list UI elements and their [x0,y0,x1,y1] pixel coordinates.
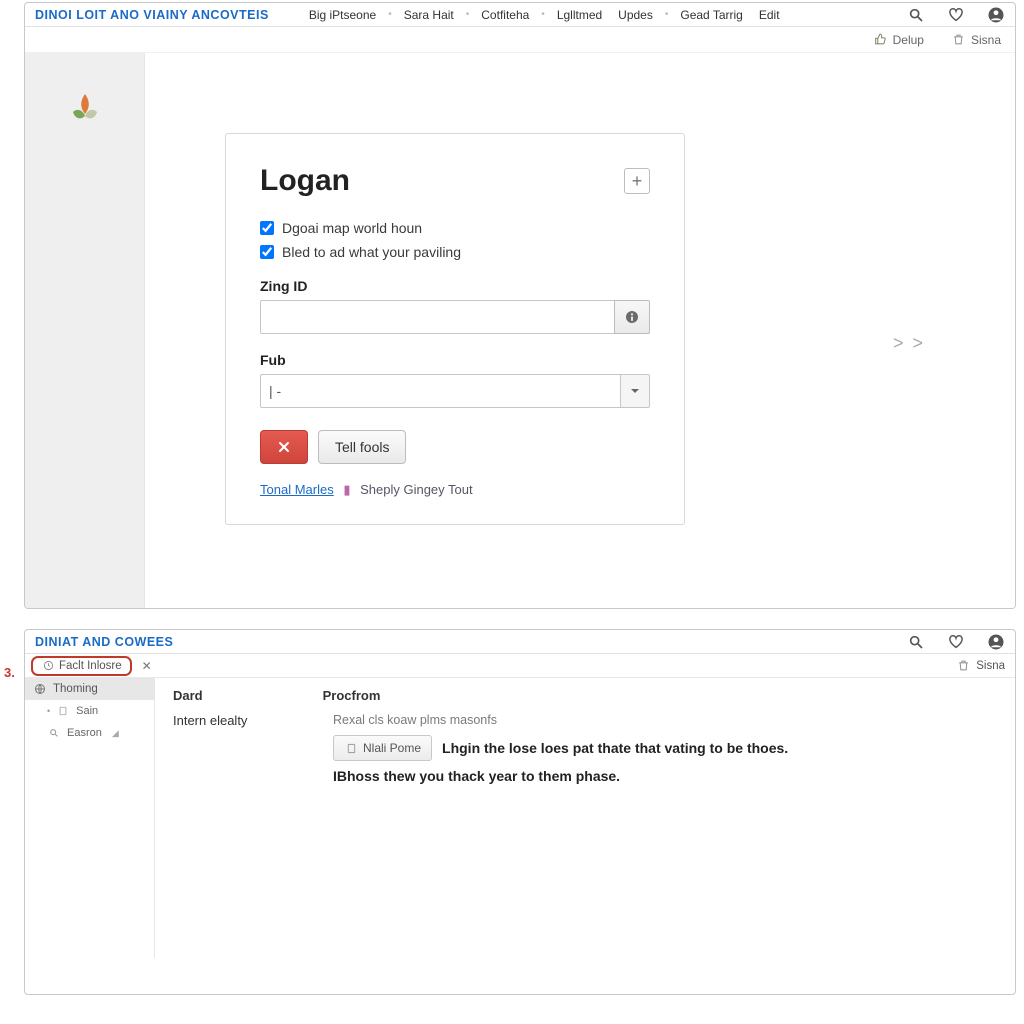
checkbox-2-label: Bled to ad what your paviling [282,244,461,260]
add-button[interactable]: + [624,168,650,194]
col-header-1: Dard [173,688,203,703]
sub-toolbar: Delup Sisna [25,27,1015,53]
nav-item-0[interactable]: Big iPtseone [309,8,376,22]
doc-small-icon [344,741,358,755]
globe-icon [33,682,47,696]
fub-row: | - [260,374,650,408]
secondary-button[interactable]: Tell fools [318,430,406,464]
next-chevrons[interactable]: > > [893,333,925,354]
row-value: Rexal cls koaw plms masonfs Nlali Pome L… [333,713,997,787]
sub-item-left[interactable]: Delup [874,33,924,47]
cancel-button[interactable] [260,430,308,464]
side2-item-2[interactable]: • Sain [25,700,154,722]
tab-bar: Faclt Inlosre ✕ Sisna [25,654,1015,678]
body-text-1: Lhgin the lose loes pat thate that vatin… [442,737,788,759]
button-row: Tell fools [260,430,650,464]
window2-body: Thoming • Sain Easron ◢ [25,678,1015,958]
window-secondary: DINIAT AND COWEES Faclt Inlosre [24,629,1016,995]
tab-close-icon[interactable]: ✕ [142,659,152,673]
tab-label: Faclt Inlosre [59,660,122,672]
nav-sep: • [665,9,669,20]
user-circle-icon[interactable] [987,6,1005,24]
nav-item-3[interactable]: Lglltmed [557,8,602,22]
heart-icon[interactable] [947,633,965,651]
zing-id-row [260,300,650,334]
footer-links: Tonal Marles ▮ Sheply Gingey Tout [260,482,650,498]
trash-icon [952,33,966,47]
side2-label-1: Thoming [53,683,98,695]
body-text-2: IBhoss thew you thack year to them phase… [333,765,997,787]
brand-title: DINOI LOIT ANO VIAINY ANCOVTEIS [35,8,269,22]
sub-left-label: Delup [893,33,924,47]
inline-button[interactable]: Nlali Pome [333,735,432,761]
window1-body: Logan + Dgoai map world houn Bled to ad … [25,53,1015,608]
col-header-2: Procfrom [323,688,381,703]
zing-id-input[interactable] [260,300,614,334]
checkbox-2[interactable] [260,245,274,259]
sub2-right[interactable]: Sisna [956,659,1015,673]
fub-caret[interactable] [620,374,650,408]
nav-sep: • [541,9,545,20]
nav-right-icons [907,6,1005,24]
app-logo-icon [58,83,112,137]
checkbox-1[interactable] [260,221,274,235]
doc-icon [56,704,70,718]
side2-label-2: Sain [76,705,98,717]
user-circle-icon[interactable] [987,633,1005,651]
checkbox-row-2[interactable]: Bled to ad what your paviling [260,244,650,260]
nav-item-5[interactable]: Gead Tarrig [680,8,742,22]
data-row: Intern elealty Rexal cls koaw plms mason… [173,713,997,787]
nav-item-2[interactable]: Cotfiteha [481,8,529,22]
row-subtle: Rexal cls koaw plms masonfs [333,713,997,727]
inline-btn-label: Nlali Pome [363,741,421,755]
search-icon[interactable] [907,6,925,24]
sub-right-label: Sisna [971,33,1001,47]
main-content: Logan + Dgoai map world houn Bled to ad … [145,53,1015,608]
search-small-icon [47,726,61,740]
card-title: Logan [260,164,350,198]
checkbox-1-label: Dgoai map world houn [282,220,422,236]
bullet-icon: • [47,706,50,716]
card-header: Logan + [260,164,650,198]
thumbs-up-icon [874,33,888,47]
footer-link-2[interactable]: Sheply Gingey Tout [360,482,473,497]
nav-sep: • [388,9,392,20]
active-tab[interactable]: Faclt Inlosre [31,656,132,676]
nav-sep: • [466,9,470,20]
zing-id-label: Zing ID [260,278,650,294]
sub2-right-label: Sisna [976,660,1005,672]
sidebar-2: Thoming • Sain Easron ◢ [25,678,155,958]
trash-icon [956,659,970,673]
nav-item-1[interactable]: Sara Hait [404,8,454,22]
nav-items: Big iPtseone • Sara Hait • Cotfiteha • Lgll… [309,8,780,22]
nav-item-6[interactable]: Edit [759,8,780,22]
side2-label-3: Easron [67,727,102,739]
fub-select[interactable]: | - [260,374,620,408]
side2-item-3[interactable]: Easron ◢ [25,722,154,744]
sub-item-right[interactable]: Sisna [952,33,1001,47]
annotation-number: 3. [4,665,15,680]
brand-2: DINIAT AND COWEES [35,635,173,649]
left-sidebar [25,53,145,608]
top-navbar: DINOI LOIT ANO VIAINY ANCOVTEIS Big iPts… [25,3,1015,27]
content-2: Dard Procfrom Intern elealty Rexal cls k… [155,678,1015,958]
column-headers: Dard Procfrom [173,688,997,703]
clock-icon [41,659,55,673]
nav2-right-icons [907,633,1005,651]
navbar-2: DINIAT AND COWEES [25,630,1015,654]
zing-id-info-button[interactable] [614,300,650,334]
row-label: Intern elealty [173,713,333,728]
window-primary: DINOI LOIT ANO VIAINY ANCOVTEIS Big iPts… [24,2,1016,609]
footer-link-1[interactable]: Tonal Marles [260,482,334,497]
checkbox-row-1[interactable]: Dgoai map world houn [260,220,650,236]
side2-item-1[interactable]: Thoming [25,678,154,700]
link-sep-icon: ▮ [343,482,350,497]
fub-label: Fub [260,352,650,368]
nav-item-4[interactable]: Updes [618,8,653,22]
search-icon[interactable] [907,633,925,651]
heart-icon[interactable] [947,6,965,24]
login-card: Logan + Dgoai map world houn Bled to ad … [225,133,685,525]
caret-icon: ◢ [112,728,119,739]
